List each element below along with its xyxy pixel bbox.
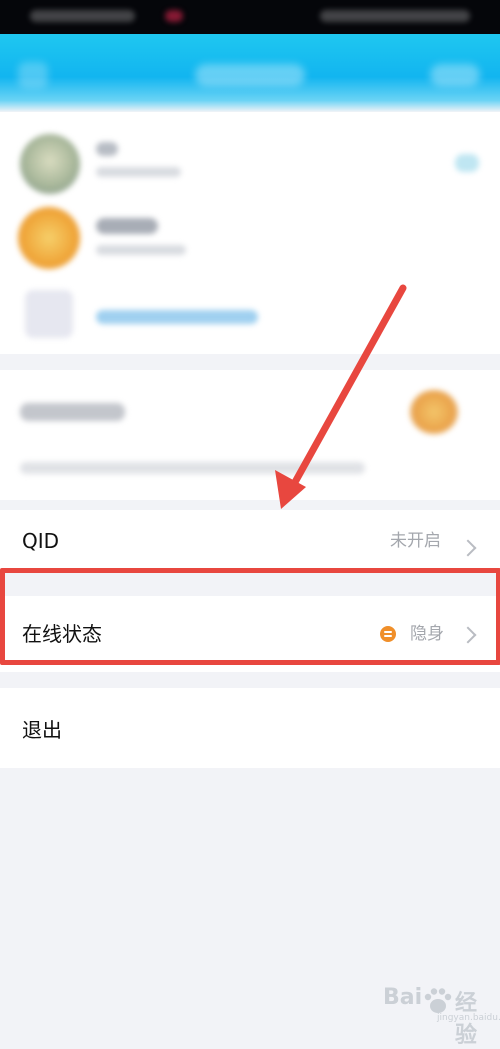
chevron-right-icon [459,626,477,644]
status-bar-left-blurred [30,10,135,22]
online-status-label: 在线状态 [22,622,102,646]
account-name-blurred [96,218,158,234]
logout-row[interactable]: 退出 [0,688,500,768]
header-action-blurred[interactable] [430,64,480,86]
watermark-sub: jingyan.baidu.com [437,1013,500,1023]
qid-row[interactable]: QID 未开启 [0,510,500,572]
account-id-blurred [96,167,181,177]
logout-label: 退出 [22,718,62,742]
current-account-check-blurred [455,154,479,172]
invisible-status-icon [380,626,396,642]
page-title-blurred [195,64,305,86]
status-bar-right-blurred [320,10,470,22]
top-nav-bar [0,34,500,112]
setting-label-blurred [20,403,125,421]
setting-thumb-blurred[interactable] [410,390,458,434]
account-avatar[interactable] [20,134,80,194]
paw-icon [424,988,452,1013]
add-account-icon[interactable] [25,290,73,338]
add-account-link-blurred[interactable] [96,310,258,324]
qid-label: QID [22,529,60,553]
status-bar-notification-blurred [165,10,183,22]
watermark-text: Bai [383,985,423,1010]
online-status-row[interactable]: 在线状态 隐身 [0,596,500,672]
setting-desc-blurred [20,462,365,474]
accounts-card [0,112,500,354]
baidu-watermark: Bai 经验 jingyan.baidu.com [383,985,500,1048]
account-name-blurred [96,142,118,156]
back-button[interactable] [18,62,48,88]
online-status-value: 隐身 [410,624,444,644]
account-avatar[interactable] [18,207,80,269]
settings-card [0,370,500,500]
chevron-right-icon [459,539,477,557]
qid-value: 未开启 [390,531,441,551]
account-id-blurred [96,245,186,255]
status-bar [0,0,500,34]
